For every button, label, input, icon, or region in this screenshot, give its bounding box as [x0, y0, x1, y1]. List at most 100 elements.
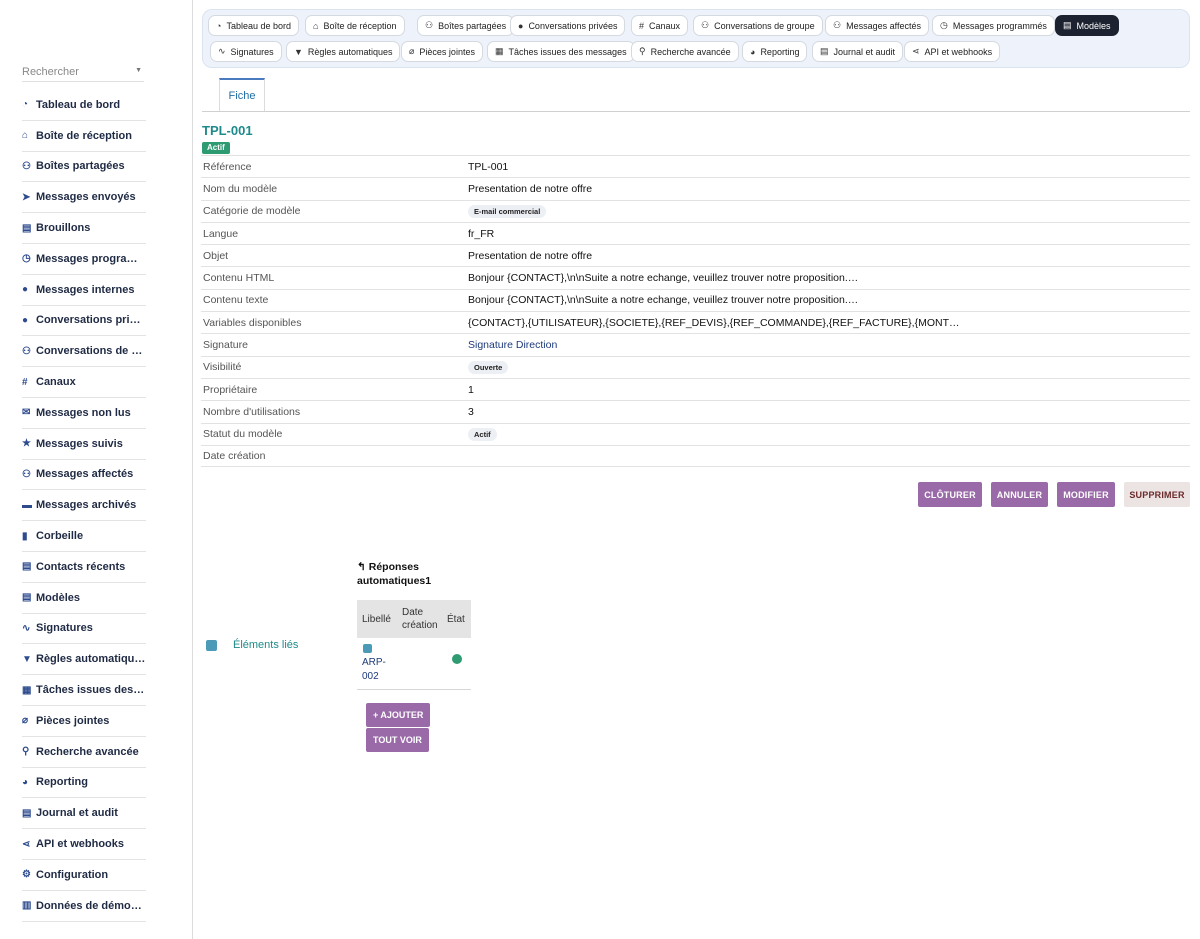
view-all-button[interactable]: TOUT VOIR [366, 728, 429, 752]
sidebar-item[interactable]: ▤ Brouillons [22, 213, 146, 244]
topnav-chip[interactable]: ● Conversations privées [510, 15, 626, 36]
field-value[interactable]: Signature Direction [468, 339, 1190, 351]
topnav-chip-label: Pièces jointes [419, 46, 475, 57]
sidebar-item-label: Messages affectés [36, 468, 134, 481]
chevron-down-icon[interactable]: ▼ [135, 67, 142, 74]
field-value: TPL-001 [468, 160, 509, 173]
sidebar-item[interactable]: ▤ Contacts récents [22, 552, 146, 583]
topnav-chip-label: Règles automatiques [307, 46, 393, 57]
sidebar-item[interactable]: ● Messages internes [22, 275, 146, 306]
sidebar-item[interactable]: ▼ Règles automatiques [22, 644, 146, 676]
sidebar-item[interactable]: ◔ Tableau de bord [22, 90, 146, 121]
topnav-chip[interactable]: ⌂ Boîte de réception [305, 15, 405, 36]
field-label: Référence [203, 160, 252, 173]
sidebar-item-label: Signatures [36, 622, 93, 635]
archive-icon: ▬ [22, 499, 32, 511]
topnav-chip[interactable]: ◕ Reporting [742, 41, 808, 62]
sidebar-item[interactable]: ⚙ Configuration [22, 860, 146, 891]
sidebar-item[interactable]: # Canaux [22, 367, 146, 398]
sidebar-item-label: Règles automatiques [36, 653, 146, 666]
sidebar-item-label: Messages envoyés [36, 191, 136, 204]
search-select[interactable]: Rechercher ▼ [22, 62, 144, 82]
field-value: E-mail commercial [468, 204, 1190, 218]
sidebar-item[interactable]: ★ Messages suivis [22, 429, 146, 460]
auto-replies-title-text: Réponses automatiques1 [357, 561, 432, 587]
sidebar-item[interactable]: ◕ Reporting [22, 768, 146, 799]
topnav-chip-label: Boîtes partagées [438, 20, 507, 31]
topnav-chip-label: Messages programmés [952, 20, 1047, 31]
sidebar-item[interactable]: ▦ Tâches issues des messages [22, 675, 146, 706]
topnav-chip-label: Reporting [760, 46, 800, 57]
auto-reply-icon [363, 644, 372, 653]
filter-icon: ▼ [22, 653, 32, 665]
sidebar-item[interactable]: ▤ Modèles [22, 583, 146, 614]
sidebar-item[interactable]: ➤ Messages envoyés [22, 182, 146, 214]
field-label: Objet [203, 249, 229, 262]
sidebar-item[interactable]: ⚲ Recherche avancée [22, 737, 146, 768]
topnav-chip-label: Recherche avancée [650, 46, 731, 57]
filter-icon: ▼ [294, 46, 303, 57]
topnav-chip-label: Signatures [230, 46, 274, 57]
gauge-icon: ◔ [216, 20, 222, 31]
sidebar-item[interactable]: ▮ Corbeille [22, 521, 146, 552]
field-row: Propriétaire 1 [201, 377, 1190, 400]
topnav-chip-label: Boîte de réception [323, 20, 397, 31]
add-button[interactable]: + AJOUTER [366, 703, 431, 727]
topnav-chip[interactable]: ▦ Tâches issues des messages [487, 41, 635, 62]
topnav-chip-label: Tableau de bord [226, 20, 291, 31]
delete-button[interactable]: SUPPRIMER [1124, 482, 1190, 507]
modify-button[interactable]: MODIFIER [1057, 482, 1115, 507]
sidebar-item[interactable]: ● Conversations privées [22, 306, 146, 337]
sidebar-item[interactable]: ▥ Données de démonstration [22, 891, 146, 922]
topnav-chip[interactable]: ⚇ Conversations de groupe [693, 15, 823, 36]
gear-icon: ⚙ [22, 869, 31, 881]
sidebar-item[interactable]: ⚇ Messages affectés [22, 460, 146, 491]
close-button[interactable]: CLÔTURER [918, 482, 982, 507]
topnav-chip[interactable]: ▤ Journal et audit [812, 41, 904, 62]
tab-fiche[interactable]: Fiche [219, 78, 265, 111]
star-icon: ★ [22, 438, 31, 450]
tab-divider [202, 111, 1190, 112]
cancel-button[interactable]: ANNULER [991, 482, 1048, 507]
sidebar-item-label: Boîte de réception [36, 129, 132, 142]
topnav-chip[interactable]: ⚇ Messages affectés [825, 15, 929, 36]
col-date-creation: Date création [402, 607, 438, 631]
sidebar: Rechercher ▼ ◔ Tableau de bord ⌂ Boîte de r… [0, 0, 193, 939]
sidebar-item[interactable]: ⋖ API et webhooks [22, 829, 146, 860]
record-fields: Référence TPL-001 Nom du modèle Presentatio… [201, 155, 1190, 468]
sidebar-item[interactable]: ∿ Signatures [22, 614, 146, 645]
sidebar-item[interactable]: ▬ Messages archivés [22, 490, 146, 522]
record-ref-title: TPL-001 [202, 123, 253, 138]
field-label: Langue [203, 227, 239, 240]
sidebar-item[interactable]: ▤ Journal et audit [22, 798, 146, 830]
sidebar-item[interactable]: ◷ Messages programmés [22, 244, 146, 275]
field-value: Bonjour {CONTACT},\n\nSuite a notre echa… [468, 272, 859, 285]
field-label: Signature [203, 339, 248, 352]
topnav-chip[interactable]: ∿ Signatures [210, 41, 282, 62]
topnav-chip[interactable]: ⌀ Pièces jointes [401, 41, 483, 62]
field-row: Catégorie de modèle E-mail commercial [201, 199, 1190, 222]
clock-icon: ◷ [22, 253, 31, 265]
topnav-chip[interactable]: ⚲ Recherche avancée [631, 41, 739, 62]
field-label: Contenu HTML [203, 272, 275, 285]
topnav-chip[interactable]: ▤ Modèles [1055, 15, 1119, 36]
sidebar-item[interactable]: ⌂ Boîte de réception [22, 121, 146, 152]
auto-reply-link[interactable]: ARP-002 [362, 656, 402, 684]
sidebar-item[interactable]: ✉ Messages non lus [22, 398, 146, 429]
topnav-chip[interactable]: ◔ Tableau de bord [208, 15, 299, 36]
calendar-check-icon: ▦ [495, 46, 504, 56]
topnav-chip[interactable]: ⋖ API et webhooks [904, 41, 1001, 62]
field-value: Ouverte [468, 360, 1190, 374]
topnav-chip[interactable]: # Canaux [631, 15, 689, 36]
topnav-chip[interactable]: ▼ Règles automatiques [286, 41, 401, 62]
field-label: Date création [203, 450, 266, 462]
sidebar-item[interactable]: ⚇ Boîtes partagées [22, 152, 146, 183]
sidebar-item-label: Brouillons [36, 222, 91, 235]
sidebar-item-label: Messages programmés [36, 252, 146, 265]
sidebar-item[interactable]: ⚇ Conversations de groupe [22, 336, 146, 368]
comment-icon: ● [22, 284, 29, 296]
topnav-chip[interactable]: ⚇ Boîtes partagées [417, 15, 515, 36]
topnav-chip[interactable]: ◷ Messages programmés [932, 15, 1055, 36]
sidebar-item[interactable]: ⌀ Pièces jointes [22, 706, 146, 737]
field-value: fr_FR [468, 227, 495, 240]
